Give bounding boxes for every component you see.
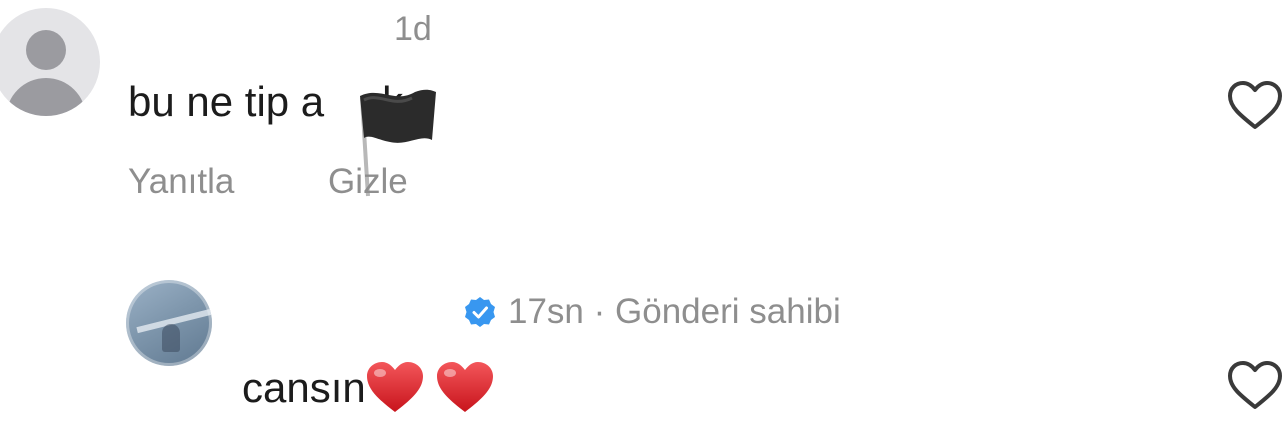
avatar-head-shape xyxy=(26,30,66,70)
like-heart-icon[interactable] xyxy=(1226,80,1284,132)
comment-text: cansın xyxy=(242,360,496,416)
avatar-photo-figure xyxy=(162,324,180,352)
like-heart-icon[interactable] xyxy=(1226,360,1284,412)
avatar-photo[interactable] xyxy=(126,280,212,366)
avatar-body-shape xyxy=(6,78,86,116)
hide-button[interactable]: Gizle xyxy=(328,162,408,202)
reply-button[interactable]: Yanıtla xyxy=(128,162,234,202)
avatar-default[interactable] xyxy=(0,8,100,116)
comment-meta: 17sn · Gönderi sahibi xyxy=(508,292,841,332)
red-heart-emoji xyxy=(436,362,493,412)
meta-separator: · xyxy=(593,292,606,331)
author-badge: Gönderi sahibi xyxy=(615,292,841,331)
verified-badge-icon xyxy=(465,297,495,327)
comment-timestamp: 17sn xyxy=(508,292,584,331)
comment-timestamp: 1d xyxy=(394,10,432,48)
comment-text-body: cansın xyxy=(242,364,366,411)
comment-text-start: bu ne tip a xyxy=(128,78,325,125)
red-heart-emoji xyxy=(366,362,423,412)
